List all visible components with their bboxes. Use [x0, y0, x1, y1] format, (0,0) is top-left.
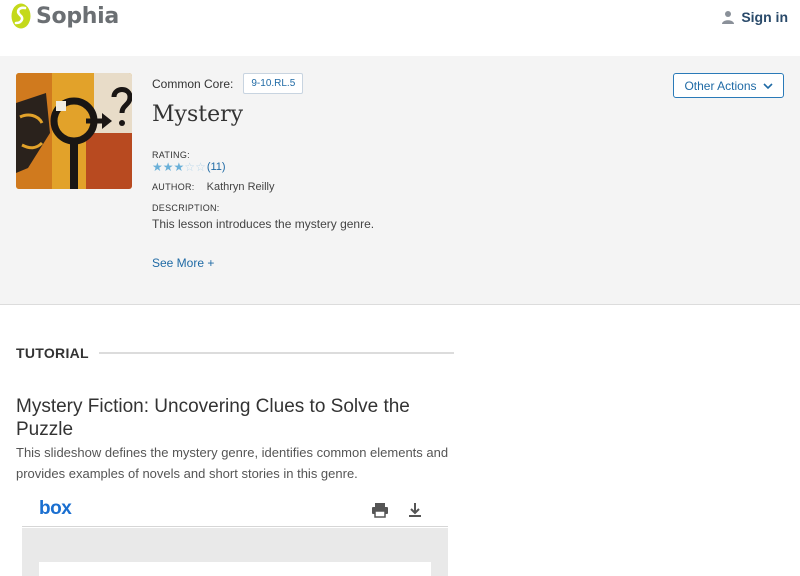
top-navigation-bar: Sophia Sign in: [0, 0, 800, 56]
tutorial-title: Mystery Fiction: Uncovering Clues to Sol…: [16, 396, 410, 440]
sign-in-link[interactable]: Sign in: [721, 9, 788, 25]
rating-count[interactable]: (11): [207, 161, 226, 173]
tutorial-description: This slideshow defines the mystery genre…: [16, 445, 449, 481]
star-icon: ★: [152, 160, 163, 174]
viewer-toolbar: box: [22, 492, 448, 527]
common-core-row: Common Core: 9-10.RL.5: [152, 73, 304, 94]
user-icon: [722, 11, 735, 24]
lesson-thumbnail: [16, 73, 132, 189]
description-text: This lesson introduces the mystery genre…: [152, 217, 375, 231]
author-row: AUTHOR: Kathryn Reilly: [152, 181, 274, 193]
tutorial-label: TUTORIAL: [16, 345, 89, 361]
star-empty-icon: ☆: [195, 160, 206, 174]
chevron-down-icon: [762, 82, 773, 89]
download-icon[interactable]: [406, 501, 424, 519]
common-core-label: Common Core:: [152, 76, 234, 91]
tutorial-section-header: TUTORIAL: [16, 345, 454, 361]
lesson-info-panel: Common Core: 9-10.RL.5 Mystery RATING: ★…: [0, 56, 800, 305]
author-name: Kathryn Reilly: [206, 181, 275, 193]
lesson-title: Mystery: [152, 102, 244, 127]
sign-in-label: Sign in: [741, 9, 788, 25]
star-icon: ★: [162, 160, 174, 174]
print-icon[interactable]: [371, 501, 389, 519]
brand-name: Sophia: [36, 3, 119, 29]
author-label: AUTHOR:: [152, 182, 195, 192]
see-more-link[interactable]: See More +: [152, 256, 214, 270]
magnifying-glass-question-art-icon: [16, 73, 132, 189]
description-label: DESCRIPTION:: [152, 203, 220, 213]
viewer-content-area[interactable]: [22, 528, 448, 576]
other-actions-label: Other Actions: [684, 78, 757, 93]
standard-code-badge[interactable]: 9-10.RL.5: [243, 73, 304, 94]
sophia-logo-icon: [11, 3, 31, 29]
rating-stars[interactable]: ★ ★ ★ ☆ ☆ (11): [152, 161, 226, 173]
sophia-logo[interactable]: Sophia: [10, 3, 119, 29]
rating-label: RATING:: [152, 150, 190, 160]
other-actions-dropdown[interactable]: Other Actions: [673, 73, 784, 98]
box-logo[interactable]: box: [39, 498, 72, 520]
star-icon: ★: [173, 160, 185, 174]
star-empty-icon: ☆: [184, 160, 196, 174]
section-divider: [98, 352, 454, 354]
document-page: [39, 562, 431, 576]
box-document-viewer: box: [22, 492, 448, 576]
